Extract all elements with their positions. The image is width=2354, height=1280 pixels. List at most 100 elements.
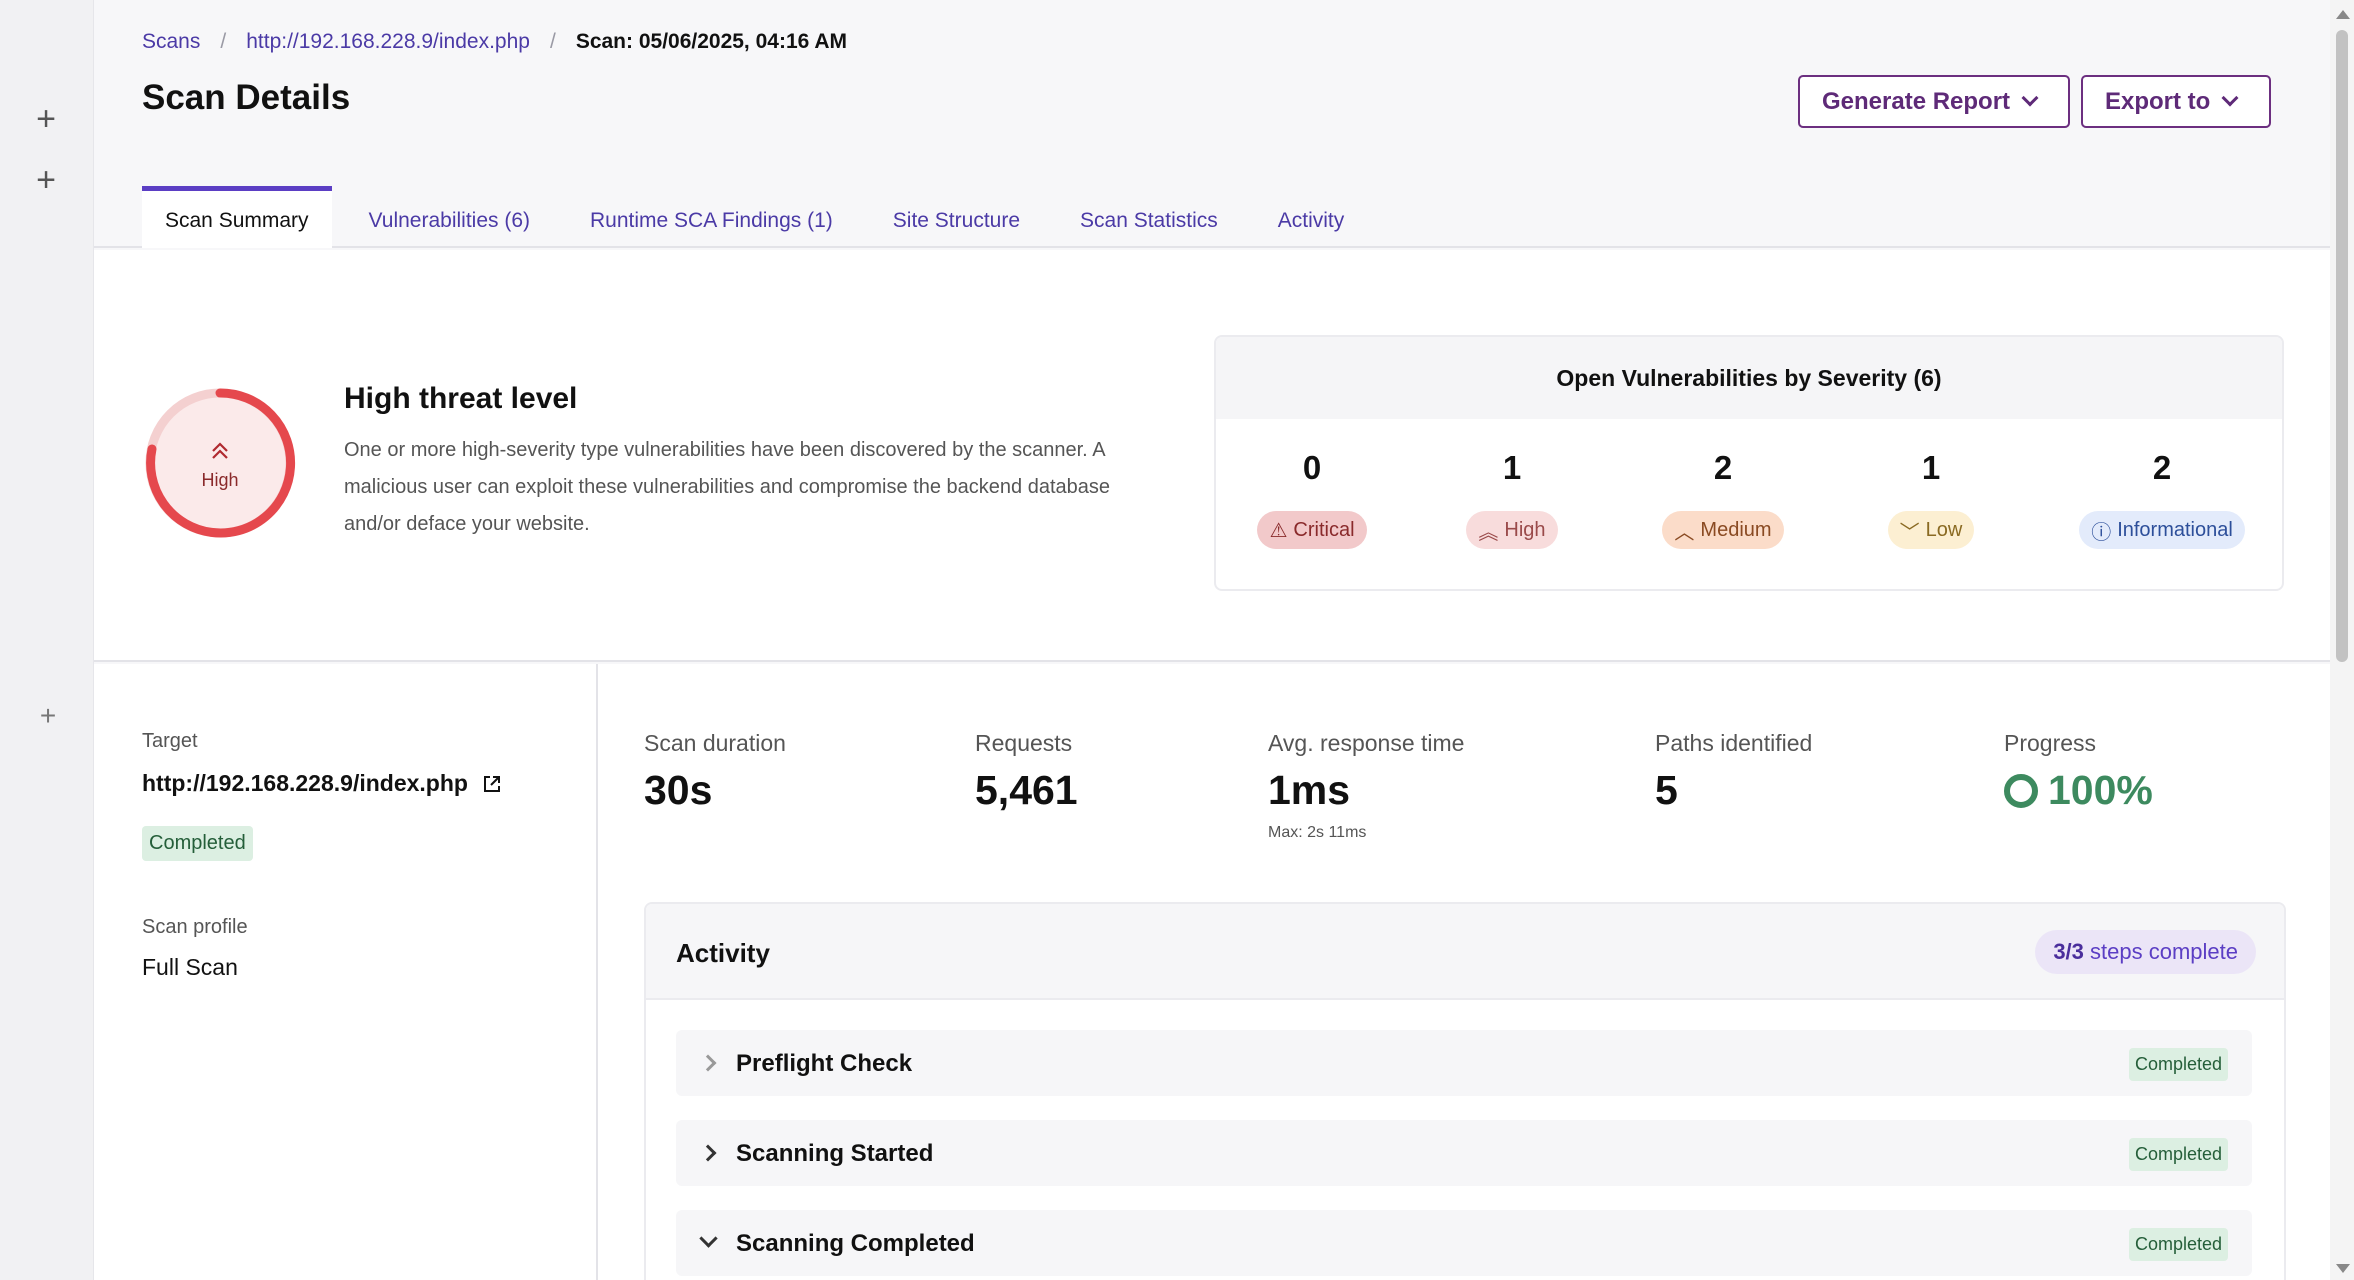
main-content: Scans / http://192.168.228.9/index.php /… — [94, 0, 2330, 1280]
activity-card: Activity 3/3 steps complete Preflight Ch… — [644, 902, 2286, 1280]
tab-bar: Scan Summary Vulnerabilities (6) Runtime… — [142, 186, 1381, 248]
low-count: 1 — [1921, 449, 1941, 486]
activity-row-label: Scanning Completed — [736, 1230, 975, 1257]
chevron-up-icon: ︿ — [1674, 521, 1695, 544]
high-label: High — [1504, 518, 1546, 541]
scroll-down-arrow-icon[interactable] — [2336, 1264, 2350, 1273]
progress-value: 100% — [2048, 767, 2153, 813]
generate-report-label: Generate Report — [1822, 87, 2011, 115]
informational-count: 2 — [2152, 449, 2172, 486]
scan-details-panel: Target http://192.168.228.9/index.php Co… — [94, 664, 2330, 1280]
paths-label: Paths identified — [1655, 730, 1813, 756]
target-label: Target — [142, 730, 198, 752]
steps-complete-badge: 3/3 steps complete — [2035, 930, 2256, 974]
tab-scan-statistics[interactable]: Scan Statistics — [1057, 186, 1241, 248]
activity-row-preflight-check[interactable]: Preflight Check Completed — [676, 1030, 2252, 1096]
threat-summary-panel: High High threat level One or more high-… — [94, 250, 2330, 662]
high-pill: ︽ High — [1466, 511, 1558, 549]
scan-profile-value: Full Scan — [142, 954, 238, 980]
left-rail: + + + — [0, 0, 94, 1280]
plus-icon[interactable]: + — [30, 163, 62, 197]
page-scrollbar[interactable] — [2330, 0, 2354, 1280]
status-badge: Completed — [2128, 1138, 2228, 1171]
scan-profile-label: Scan profile — [142, 916, 248, 938]
activity-row-scanning-started[interactable]: Scanning Started Completed — [676, 1120, 2252, 1186]
breadcrumb-scans-link[interactable]: Scans — [142, 30, 200, 54]
critical-label: Critical — [1293, 518, 1355, 541]
max-response-value: Max: 2s 11ms — [1268, 824, 1367, 841]
activity-row-scanning-completed[interactable]: Scanning Completed Completed — [676, 1210, 2252, 1276]
medium-pill: ︿ Medium — [1662, 511, 1784, 549]
paths-value: 5 — [1655, 767, 1678, 813]
generate-report-button[interactable]: Generate Report — [1798, 75, 2070, 128]
stat-progress: Progress 100% — [2004, 730, 2153, 814]
tab-vulnerabilities[interactable]: Vulnerabilities (6) — [346, 186, 553, 248]
status-badge: Completed — [142, 826, 253, 861]
tab-runtime-sca-findings[interactable]: Runtime SCA Findings (1) — [567, 186, 856, 248]
chevron-down-icon — [2021, 89, 2039, 107]
threat-description: One or more high-severity type vulnerabi… — [344, 439, 1110, 535]
page-title: Scan Details — [142, 78, 351, 117]
steps-text: steps complete — [2090, 939, 2238, 964]
tab-activity[interactable]: Activity — [1255, 186, 1368, 248]
scroll-up-arrow-icon[interactable] — [2336, 10, 2350, 19]
severity-low[interactable]: 1 ﹀ Low — [1886, 449, 1976, 549]
stat-scan-duration: Scan duration 30s — [644, 730, 786, 814]
requests-value: 5,461 — [975, 767, 1078, 813]
severity-critical[interactable]: 0 ⚠ Critical — [1252, 449, 1372, 549]
threat-title: High threat level — [344, 382, 578, 415]
export-to-button[interactable]: Export to — [2081, 75, 2271, 128]
breadcrumb-url-link[interactable]: http://192.168.228.9/index.php — [246, 30, 530, 54]
threat-ring-label: High — [201, 470, 238, 490]
stat-avg-response: Avg. response time 1ms Max: 2s 11ms — [1268, 730, 1464, 842]
informational-pill: ⓘ Informational — [2079, 511, 2245, 549]
informational-label: Informational — [2117, 518, 2233, 541]
breadcrumb-separator: / — [549, 30, 556, 53]
activity-row-label: Preflight Check — [736, 1050, 913, 1077]
external-link-icon[interactable] — [482, 774, 502, 794]
activity-header: Activity 3/3 steps complete — [646, 904, 2284, 1000]
severity-card-title: Open Vulnerabilities by Severity (6) — [1216, 337, 2282, 419]
critical-count: 0 — [1302, 449, 1322, 486]
severity-informational[interactable]: 2 ⓘ Informational — [2076, 449, 2248, 549]
info-circle-icon: ⓘ — [2091, 521, 2112, 544]
warning-triangle-icon: ⚠ — [1269, 519, 1288, 542]
export-to-label: Export to — [2105, 87, 2211, 115]
status-badge: Completed — [2128, 1228, 2228, 1261]
breadcrumb: Scans / http://192.168.228.9/index.php /… — [142, 30, 847, 54]
tab-scan-summary[interactable]: Scan Summary — [142, 186, 332, 248]
breadcrumb-separator: / — [220, 30, 227, 53]
tab-site-structure[interactable]: Site Structure — [870, 186, 1043, 248]
medium-label: Medium — [1700, 518, 1772, 541]
stat-requests: Requests 5,461 — [975, 730, 1078, 814]
plus-icon[interactable]: + — [32, 700, 64, 732]
scan-duration-label: Scan duration — [644, 730, 786, 756]
plus-icon[interactable]: + — [30, 102, 62, 136]
requests-label: Requests — [975, 730, 1073, 756]
low-label: Low — [1925, 518, 1963, 541]
severity-high[interactable]: 1 ︽ High — [1464, 449, 1560, 549]
chevron-down-icon — [699, 1229, 718, 1248]
stat-paths: Paths identified 5 — [1655, 730, 1812, 814]
double-chevron-up-icon: ︽ — [1478, 521, 1499, 544]
severity-card: Open Vulnerabilities by Severity (6) 0 ⚠… — [1214, 335, 2284, 591]
severity-medium[interactable]: 2 ︿ Medium — [1660, 449, 1786, 549]
target-url-text: http://192.168.228.9/index.php — [142, 770, 468, 796]
avg-response-label: Avg. response time — [1268, 730, 1465, 756]
target-details: Target http://192.168.228.9/index.php Co… — [94, 664, 598, 1280]
status-badge: Completed — [2128, 1048, 2228, 1081]
chevron-down-icon — [2221, 89, 2239, 107]
chevron-right-icon — [699, 1144, 717, 1162]
scroll-thumb[interactable] — [2336, 30, 2348, 662]
medium-count: 2 — [1713, 449, 1733, 486]
low-pill: ﹀ Low — [1887, 511, 1975, 549]
scan-duration-value: 30s — [644, 767, 713, 813]
steps-count: 3/3 — [2053, 939, 2084, 964]
chevron-down-icon: ﹀ — [1899, 521, 1920, 544]
page-header: Scans / http://192.168.228.9/index.php /… — [94, 0, 2330, 248]
progress-indicator: 100% — [2004, 767, 2153, 814]
progress-ring-icon — [2004, 773, 2038, 808]
target-url-link[interactable]: http://192.168.228.9/index.php — [142, 770, 502, 797]
activity-title: Activity — [676, 938, 770, 968]
progress-label: Progress — [2004, 730, 2097, 756]
